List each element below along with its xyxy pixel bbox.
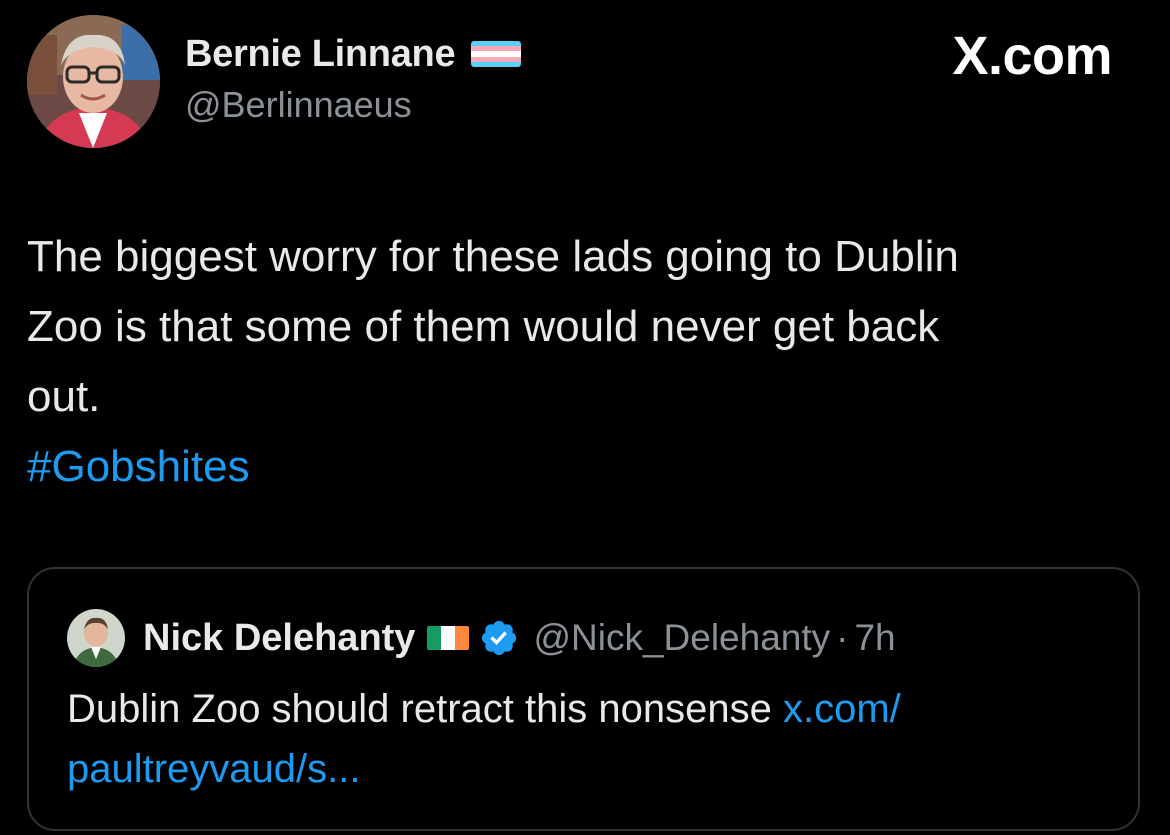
quoted-tweet-header: Nick Delehanty @Nick_Delehanty · 7h: [67, 609, 896, 667]
brand-logo: X.com: [952, 26, 1112, 86]
author-name[interactable]: Bernie Linnane: [185, 33, 456, 76]
quoted-author-handle[interactable]: @Nick_Delehanty: [533, 617, 830, 659]
author-name-row: Bernie Linnane: [185, 28, 522, 80]
author-handle[interactable]: @Berlinnaeus: [185, 84, 412, 126]
author-avatar-image: [27, 15, 160, 148]
ireland-flag-icon: [427, 626, 470, 650]
quoted-tweet-link[interactable]: x.com/: [783, 687, 901, 731]
quoted-author-avatar[interactable]: [67, 609, 125, 667]
quoted-tweet-body: Dublin Zoo should retract this nonsense: [67, 687, 783, 731]
tweet-text-line: out.: [27, 372, 101, 421]
author-avatar[interactable]: [27, 15, 160, 148]
quoted-author-avatar-image: [67, 609, 125, 667]
verified-badge-icon: [482, 620, 517, 656]
transgender-flag-icon: [471, 41, 522, 67]
tweet-text-line: Zoo is that some of them would never get…: [27, 302, 940, 351]
quoted-author-name[interactable]: Nick Delehanty: [143, 617, 415, 660]
tweet-text-line: The biggest worry for these lads going t…: [27, 232, 959, 281]
quoted-tweet-text: Dublin Zoo should retract this nonsense …: [67, 679, 1107, 799]
quoted-tweet-timestamp[interactable]: 7h: [854, 617, 895, 659]
separator-dot: ·: [836, 617, 849, 658]
quoted-tweet-link-continued[interactable]: paultreyvaud/s...: [67, 747, 361, 791]
hashtag-link[interactable]: #Gobshites: [27, 432, 1142, 502]
tweet-text: The biggest worry for these lads going t…: [27, 222, 1142, 502]
quoted-tweet-card[interactable]: Nick Delehanty @Nick_Delehanty · 7h Dubl…: [27, 567, 1140, 831]
